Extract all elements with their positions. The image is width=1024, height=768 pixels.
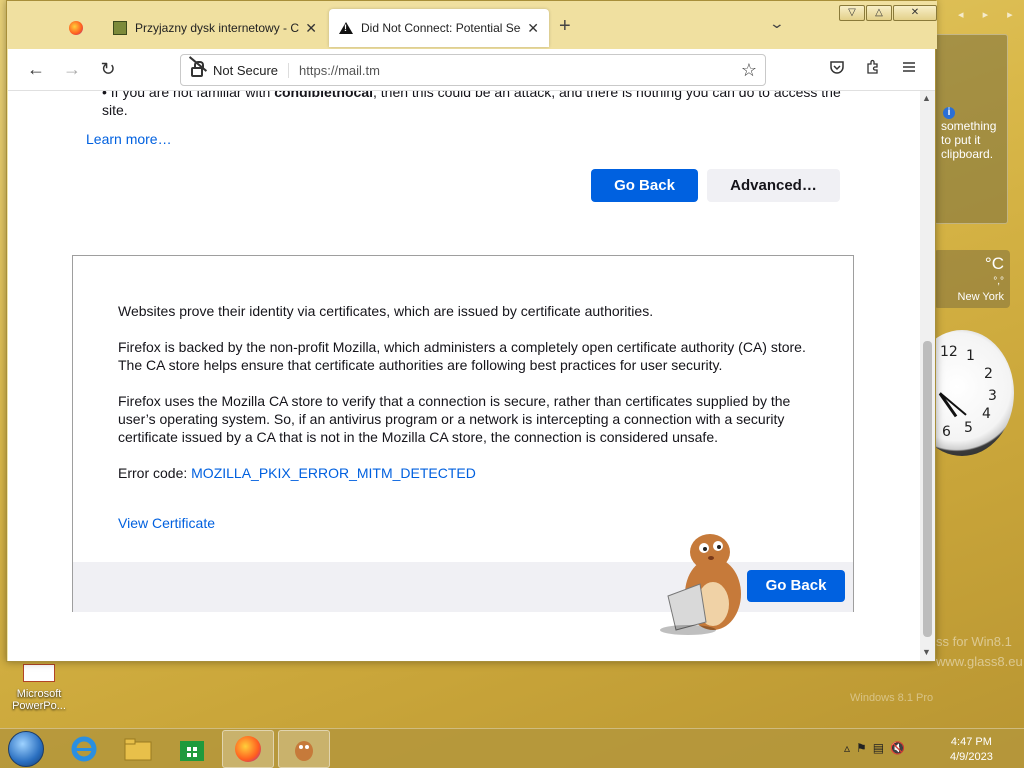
maximize-button[interactable]: △	[866, 5, 892, 21]
forward-button[interactable]: →	[60, 59, 84, 80]
taskbar-clock[interactable]: 4:47 PM 4/9/2023	[950, 735, 993, 765]
tab-title: Przyjazny dysk internetowy - Chomikuj.pl	[135, 21, 300, 35]
weather-gadget[interactable]: °C °,° New York	[934, 250, 1010, 308]
folder-icon	[124, 738, 152, 761]
hamster-icon	[295, 741, 313, 761]
error-code-label: Error code:	[118, 465, 192, 481]
clipboard-gadget: i something to put it clipboard.	[934, 34, 1008, 224]
volume-muted-icon[interactable]: 🔇	[890, 741, 911, 755]
clock-number: 12	[940, 344, 958, 360]
tab-chomikuj[interactable]: Przyjazny dysk internetowy - Chomikuj.pl…	[103, 9, 327, 47]
tray-expand-icon[interactable]: ▵	[844, 741, 856, 755]
advanced-button[interactable]: Advanced…	[707, 169, 840, 202]
internet-explorer-icon	[71, 736, 97, 762]
taskbar: ▵⚑▤🔇 4:47 PM 4/9/2023	[0, 728, 1024, 768]
adv-paragraph-1: Websites prove their identity via certif…	[118, 303, 654, 319]
powerpoint-icon	[23, 664, 55, 682]
back-button[interactable]: ←	[24, 59, 48, 80]
system-tray[interactable]: ▵⚑▤🔇	[844, 741, 911, 755]
url-bar[interactable]: Not Secure https://mail.tm ☆	[180, 54, 766, 86]
clock-number: 6	[942, 424, 951, 440]
adv-paragraph-2: Firefox is backed by the non-profit Mozi…	[118, 339, 806, 373]
clock-number: 2	[984, 366, 993, 382]
taskbar-hamster[interactable]	[278, 730, 330, 768]
bookmark-star-icon[interactable]: ☆	[741, 60, 757, 81]
go-back-button[interactable]: Go Back	[591, 169, 698, 202]
tab-title: Did Not Connect: Potential Security Issu…	[361, 21, 521, 35]
security-label[interactable]: Not Secure	[213, 62, 290, 78]
taskbar-firefox[interactable]	[222, 730, 274, 768]
minimize-button[interactable]: ▽	[839, 5, 865, 21]
adv-paragraph-3: Firefox uses the Mozilla CA store to ver…	[118, 393, 791, 445]
clock-number: 3	[988, 388, 997, 404]
panel-go-back-button[interactable]: Go Back	[747, 570, 845, 602]
taskbar-store[interactable]	[166, 730, 218, 768]
clock-number: 5	[964, 420, 973, 436]
firefox-icon	[69, 21, 83, 35]
browser-window: Przyjazny dysk internetowy - Chomikuj.pl…	[6, 0, 937, 662]
reload-button[interactable]: ↻	[96, 59, 120, 80]
tab-security-issue[interactable]: Did Not Connect: Potential Security Issu…	[329, 9, 549, 47]
clock-date: 4/9/2023	[950, 751, 993, 763]
tab-close-icon[interactable]: ✕	[305, 20, 317, 37]
taskbar-internet-explorer[interactable]	[58, 730, 110, 768]
site-favicon-icon	[113, 21, 127, 35]
insecure-lock-icon[interactable]	[191, 61, 204, 77]
pocket-icon[interactable]	[826, 59, 848, 80]
taskbar-file-explorer[interactable]	[112, 730, 164, 768]
gadget-nav-arrows[interactable]: ◂ ▸ ▸	[958, 8, 1021, 21]
learn-more-link[interactable]: Learn more…	[86, 131, 172, 147]
partial-bullet-text: • If you are not familiar with condibiet…	[102, 91, 842, 119]
close-button[interactable]: ✕	[893, 5, 937, 21]
action-center-flag-icon[interactable]: ⚑	[856, 741, 873, 755]
tab-close-icon[interactable]: ✕	[527, 20, 539, 37]
weather-temp: °C	[984, 254, 1004, 273]
scroll-down-icon[interactable]: ▼	[922, 647, 931, 657]
gadget-text: something to put it clipboard.	[941, 119, 997, 161]
extensions-icon[interactable]	[862, 59, 884, 80]
view-certificate-link[interactable]: View Certificate	[118, 515, 215, 531]
clock-number: 1	[966, 348, 975, 364]
scroll-thumb[interactable]	[923, 341, 932, 637]
info-icon: i	[943, 107, 955, 119]
navigation-bar: ← → ↻ Not Secure https://mail.tm ☆	[8, 49, 935, 91]
window-controls: ▽ △ ✕	[838, 5, 937, 21]
start-button[interactable]	[8, 731, 44, 767]
tab-list-button[interactable]: ⌄	[769, 15, 785, 32]
bullet-bold-host: condibiethocal	[274, 91, 373, 100]
weather-city: New York	[957, 291, 1004, 303]
vertical-scrollbar[interactable]: ▲ ▼	[920, 91, 935, 661]
weather-sub: °,°	[993, 276, 1004, 287]
desktop-icon-powerpoint[interactable]: Microsoft PowerPo...	[10, 664, 68, 712]
tab-strip: Przyjazny dysk internetowy - Chomikuj.pl…	[7, 1, 937, 49]
network-icon[interactable]: ▤	[873, 741, 890, 755]
url-text[interactable]: https://mail.tm	[299, 63, 741, 78]
error-code-line: Error code: MOZILLA_PKIX_ERROR_MITM_DETE…	[118, 464, 818, 482]
page-viewport: • If you are not familiar with condibiet…	[8, 91, 920, 661]
store-icon	[180, 741, 204, 761]
scroll-up-icon[interactable]: ▲	[922, 93, 931, 103]
clock-number: 4	[982, 406, 991, 422]
bullet-prefix: If you are not familiar with	[110, 91, 275, 100]
tab-firefox-pinned[interactable]	[51, 9, 101, 47]
windows-edition-watermark: Windows 8.1 Pro	[850, 692, 934, 704]
watermark: ss for Win8.1 www.glass8.eu	[936, 634, 1023, 669]
desktop-icon-label: Microsoft PowerPo...	[12, 688, 66, 712]
new-tab-button[interactable]: +	[559, 15, 571, 38]
menu-icon[interactable]	[898, 59, 920, 80]
hamster-mascot[interactable]	[658, 526, 758, 636]
error-code-link[interactable]: MOZILLA_PKIX_ERROR_MITM_DETECTED	[191, 465, 476, 481]
warning-icon	[339, 22, 353, 34]
clock-time: 4:47 PM	[950, 736, 992, 748]
firefox-icon	[235, 736, 261, 762]
